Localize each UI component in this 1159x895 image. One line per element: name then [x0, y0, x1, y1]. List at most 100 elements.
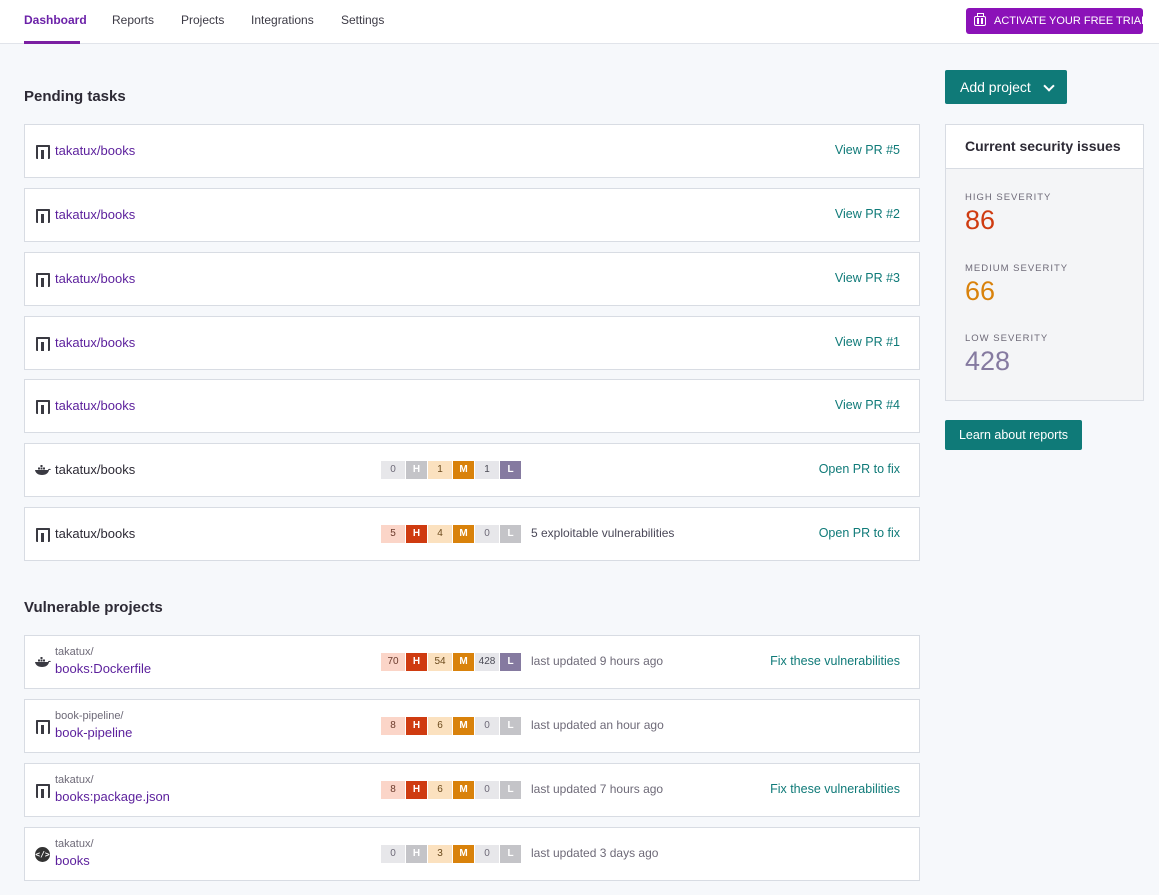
project-link[interactable]: books [55, 853, 90, 868]
project-link[interactable]: takatux/books [55, 335, 135, 350]
medium-count: 54 [428, 653, 452, 671]
low-count: 0 [475, 781, 499, 799]
vulnerable-project-row: </> takatux/ books 0H3M0L last updated 3… [24, 827, 920, 881]
project-name: takatux/books [55, 462, 136, 477]
high-count: 0 [381, 461, 405, 479]
last-updated: last updated 7 hours ago [531, 782, 664, 796]
low-count: 0 [475, 845, 499, 863]
high-badge: H [406, 781, 427, 799]
project-owner: book-pipeline/ [55, 710, 124, 722]
repo-icon [36, 209, 50, 223]
low-severity-value: 428 [965, 346, 1011, 376]
high-count: 8 [381, 717, 405, 735]
vulnerable-projects-title: Vulnerable projects [24, 599, 163, 616]
high-count: 8 [381, 781, 405, 799]
pending-tasks-title: Pending tasks [24, 88, 126, 105]
high-count: 0 [381, 845, 405, 863]
project-link[interactable]: book-pipeline [55, 725, 132, 740]
repo-icon [36, 337, 50, 351]
medium-badge: M [453, 525, 474, 543]
learn-about-reports-button[interactable]: Learn about reports [945, 420, 1082, 450]
pending-task-row: takatux/books View PR #3 [24, 252, 920, 306]
docker-icon [35, 465, 51, 475]
high-badge: H [406, 845, 427, 863]
activate-trial-button[interactable]: ACTIVATE YOUR FREE TRIAL [966, 8, 1147, 34]
last-updated: last updated 3 days ago [531, 846, 659, 860]
high-badge: H [406, 653, 427, 671]
low-badge: L [500, 525, 521, 543]
high-count: 5 [381, 525, 405, 543]
add-project-button[interactable]: Add project [945, 70, 1067, 104]
high-count: 70 [381, 653, 405, 671]
medium-badge: M [453, 845, 474, 863]
project-link[interactable]: takatux/books [55, 271, 135, 286]
add-project-label: Add project [960, 79, 1031, 95]
pending-task-row: takatux/books View PR #5 [24, 124, 920, 178]
vulnerable-project-row: takatux/ books:package.json 8H6M0L last … [24, 763, 920, 817]
view-pr-link[interactable]: View PR #2 [835, 207, 900, 221]
low-badge: L [500, 717, 521, 735]
medium-severity-value: 66 [965, 276, 996, 306]
low-count: 0 [475, 717, 499, 735]
repo-icon [36, 784, 50, 798]
view-pr-link[interactable]: View PR #5 [835, 143, 900, 157]
docker-icon [35, 657, 51, 667]
medium-badge: M [453, 461, 474, 479]
view-pr-link[interactable]: View PR #1 [835, 335, 900, 349]
pending-task-row: takatux/books 5H4M0L 5 exploitable vulne… [24, 507, 920, 561]
severity-badges: 8H6M0L [381, 717, 522, 735]
security-issues-title: Current security issues [946, 125, 1143, 169]
chevron-down-icon [1043, 80, 1055, 92]
severity-badges: 0H1M1L [381, 461, 522, 479]
low-count: 0 [475, 525, 499, 543]
tab-projects[interactable]: Projects [181, 13, 224, 27]
project-link[interactable]: takatux/books [55, 398, 135, 413]
tab-dashboard[interactable]: Dashboard [24, 13, 87, 27]
repo-icon [36, 400, 50, 414]
high-badge: H [406, 717, 427, 735]
project-link[interactable]: books:Dockerfile [55, 661, 151, 676]
tab-reports[interactable]: Reports [112, 13, 154, 27]
repo-icon [36, 273, 50, 287]
vulnerable-project-row: takatux/ books:Dockerfile 70 H 54 M 428 L las… [24, 635, 920, 689]
view-pr-link[interactable]: View PR #3 [835, 271, 900, 285]
tab-integrations[interactable]: Integrations [251, 13, 314, 27]
medium-count: 3 [428, 845, 452, 863]
severity-badges: 5H4M0L [381, 525, 522, 543]
pending-task-row: takatux/books View PR #4 [24, 379, 920, 433]
severity-badges: 70 H 54 M 428 L [381, 653, 522, 671]
low-badge: L [500, 781, 521, 799]
high-badge: H [406, 461, 427, 479]
repo-icon [36, 145, 50, 159]
security-issues-panel: Current security issues HIGH SEVERITY 86… [945, 124, 1144, 401]
project-owner: takatux/ [55, 838, 94, 850]
project-owner: takatux/ [55, 774, 94, 786]
last-updated: last updated 9 hours ago [531, 654, 664, 668]
low-count: 428 [475, 653, 499, 671]
medium-badge: M [453, 653, 474, 671]
briefcase-icon [974, 13, 986, 26]
low-badge: L [500, 461, 521, 479]
low-badge: L [500, 845, 521, 863]
low-severity-label: LOW SEVERITY [965, 333, 1049, 344]
view-pr-link[interactable]: View PR #4 [835, 398, 900, 412]
project-link[interactable]: takatux/books [55, 207, 135, 222]
pending-task-row: takatux/books 0H1M1L Open PR to fix [24, 443, 920, 497]
high-severity-value: 86 [965, 205, 996, 235]
project-link[interactable]: books:package.json [55, 789, 170, 804]
tab-settings[interactable]: Settings [341, 13, 384, 27]
medium-count: 1 [428, 461, 452, 479]
fix-vulnerabilities-link[interactable]: Fix these vulnerabilities [770, 654, 900, 668]
low-badge: L [500, 653, 521, 671]
project-owner: takatux/ [55, 646, 94, 658]
trial-button-label: ACTIVATE YOUR FREE TRIAL [994, 15, 1148, 27]
open-pr-to-fix-link[interactable]: Open PR to fix [819, 526, 900, 540]
medium-severity-label: MEDIUM SEVERITY [965, 263, 1069, 274]
open-pr-to-fix-link[interactable]: Open PR to fix [819, 462, 900, 476]
last-updated: last updated an hour ago [531, 718, 664, 732]
active-tab-indicator [24, 41, 80, 44]
fix-vulnerabilities-link[interactable]: Fix these vulnerabilities [770, 782, 900, 796]
low-count: 1 [475, 461, 499, 479]
project-link[interactable]: takatux/books [55, 143, 135, 158]
exploitable-note: 5 exploitable vulnerabilities [531, 526, 675, 540]
